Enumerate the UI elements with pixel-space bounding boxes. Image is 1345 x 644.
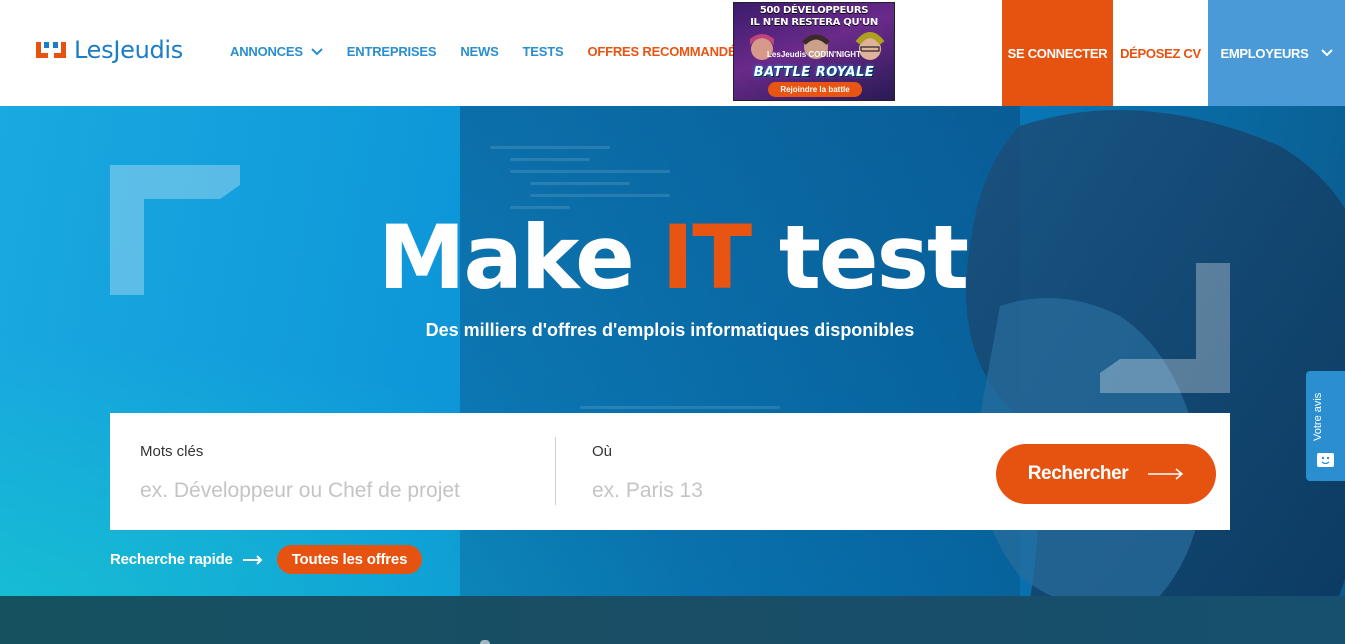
logo[interactable]: LesJeudis	[34, 36, 183, 64]
nav-tests[interactable]: TESTS	[523, 44, 564, 59]
search-button[interactable]: Rechercher	[996, 444, 1216, 504]
employers-label: EMPLOYEURS	[1220, 45, 1309, 61]
nav-annonces[interactable]: ANNONCES	[230, 44, 323, 59]
search-button-label: Rechercher	[1027, 463, 1129, 484]
all-offers-button[interactable]: Toutes les offres	[276, 545, 423, 574]
main-nav: ANNONCES ENTREPRISES NEWS TESTS OFFRES R…	[230, 44, 777, 59]
ad-headline-2: IL N'EN RESTERA QU'UN	[750, 17, 878, 28]
feedback-tab[interactable]: Votre avis	[1306, 371, 1345, 481]
keywords-field: Mots clés	[140, 413, 550, 530]
hero-title-accent: IT	[661, 206, 752, 309]
ad-brand: LesJeudis CODIN'NIGHT	[767, 50, 861, 59]
field-divider	[555, 437, 556, 505]
decoration-dot	[480, 640, 490, 644]
chevron-down-icon	[1320, 49, 1333, 57]
ad-headline-1: 500 DÉVELOPPEURS	[759, 5, 869, 16]
keywords-label: Mots clés	[140, 443, 204, 460]
hero-title-part-1: Make	[377, 206, 662, 309]
keywords-input[interactable]	[140, 475, 550, 507]
login-button[interactable]: SE CONNECTER	[1002, 0, 1113, 106]
nav-annonces-label: ANNONCES	[230, 44, 303, 59]
logo-mark-icon	[36, 42, 66, 58]
job-search-form: Mots clés Où Rechercher	[110, 413, 1230, 530]
site-header: LesJeudis ANNONCES ENTREPRISES NEWS TEST…	[0, 0, 1345, 106]
arrow-right-icon	[242, 554, 263, 565]
feedback-label: Votre avis	[1312, 392, 1324, 441]
hero-subtitle: Des milliers d'offres d'emplois informat…	[425, 320, 915, 340]
logo-text: LesJeudis	[74, 36, 183, 64]
ad-banner[interactable]: 500 DÉVELOPPEURS IL N'EN RESTERA QU'UN L…	[733, 2, 895, 101]
location-input[interactable]	[592, 475, 972, 507]
smiley-icon	[1317, 453, 1334, 467]
nav-news[interactable]: NEWS	[460, 44, 498, 59]
hero-title: Make IT test	[0, 206, 1345, 309]
hero-title-part-2: test	[750, 206, 969, 309]
quick-search-label: Recherche rapide	[110, 551, 233, 568]
nav-offres-recommandees[interactable]: OFFRES RECOMMANDÉES	[587, 44, 753, 59]
nav-entreprises[interactable]: ENTREPRISES	[347, 44, 437, 59]
quick-search: Recherche rapide Toutes les offres	[110, 545, 423, 574]
chevron-down-icon	[311, 47, 323, 55]
hero-section: Make IT test Des milliers d'offres d'emp…	[0, 106, 1345, 596]
ad-title: BATTLE ROYALE	[753, 65, 875, 80]
location-label: Où	[592, 443, 613, 460]
ad-cta-button[interactable]: Rejoindre la battle	[768, 82, 862, 97]
location-field: Où	[592, 413, 972, 530]
employers-menu[interactable]: EMPLOYEURS	[1208, 0, 1345, 106]
next-section-band	[0, 596, 1345, 644]
upload-cv-button[interactable]: DÉPOSEZ CV	[1113, 0, 1208, 106]
arrow-right-icon	[1148, 468, 1184, 480]
